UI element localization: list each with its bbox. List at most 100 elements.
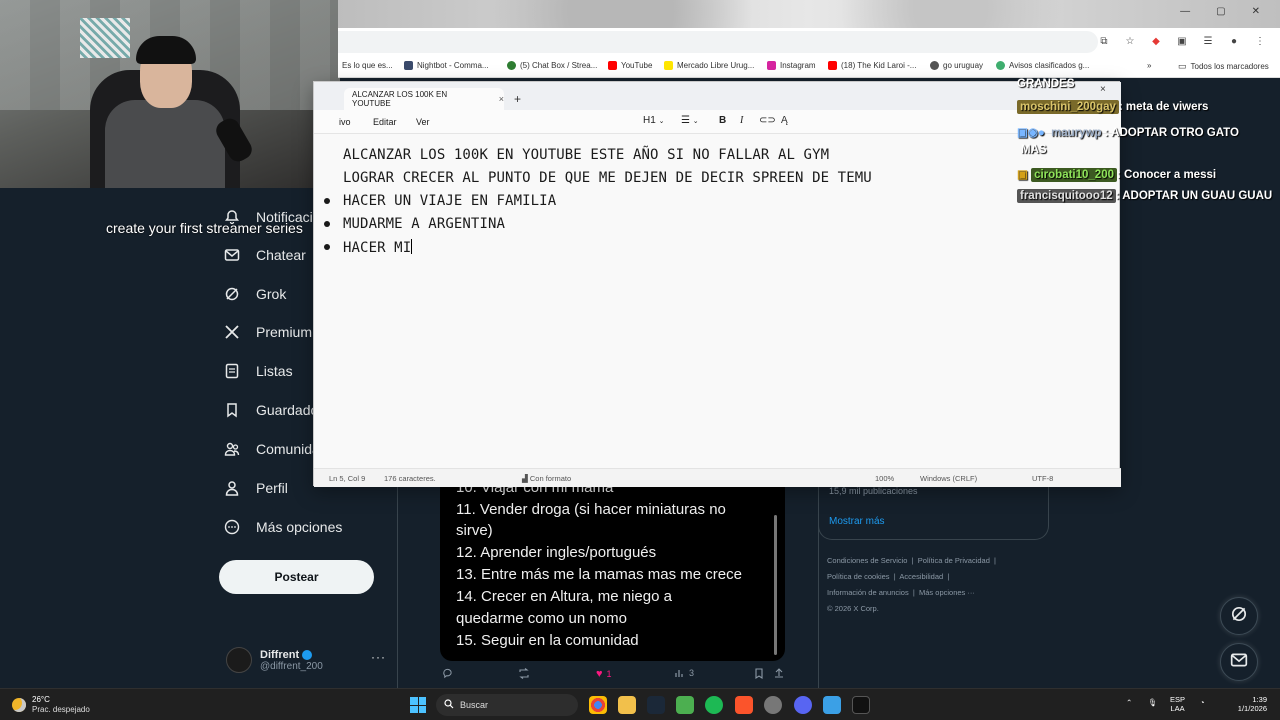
notepad-text-area[interactable]: ALCANZAR LOS 100K EN YOUTUBE ESTE AÑO SI… (314, 140, 1121, 460)
link-icon[interactable]: ⊂⊃ (759, 115, 776, 126)
encoding[interactable]: UTF-8 (1032, 474, 1053, 483)
post-button[interactable]: Postear (219, 560, 374, 594)
maximize-button[interactable]: ▢ (1216, 6, 1225, 17)
heading-dropdown[interactable]: H1 ⌄ (643, 115, 664, 126)
bookmark-item[interactable]: Es lo que es... (342, 61, 393, 70)
like-button[interactable]: ♥ 1 (596, 668, 612, 680)
footer-link[interactable]: Política de Privacidad (918, 556, 990, 565)
install-icon[interactable]: ⧉ (1098, 35, 1110, 47)
bookmark-item[interactable]: Mercado Libre Urug... (664, 61, 754, 70)
bookmark-item[interactable]: Avisos clasificados g... (996, 61, 1089, 70)
menu-file[interactable]: ivo (339, 117, 351, 127)
clear-format-icon[interactable]: Ą (781, 115, 788, 126)
new-tab-button[interactable]: + (514, 92, 521, 106)
menu-edit[interactable]: Editar (373, 117, 397, 127)
capcut-app-icon[interactable] (852, 696, 870, 714)
spotify-app-icon[interactable] (705, 696, 723, 714)
clock[interactable]: 1:39 1/1/2026 (1233, 695, 1267, 713)
notepad-app-icon[interactable] (823, 696, 841, 714)
profile-avatar-icon[interactable]: ● (1228, 35, 1240, 47)
nav-premium[interactable]: Premium (222, 317, 312, 347)
nav-grok[interactable]: Grok (222, 279, 286, 309)
chevron-up-icon[interactable]: ⌃ (1126, 698, 1132, 707)
footer-link[interactable]: Política de cookies (827, 572, 890, 581)
extension-icon[interactable]: ◆ (1150, 35, 1162, 47)
heading-label: H1 (643, 115, 656, 126)
minimize-button[interactable]: — (1180, 6, 1190, 17)
microphone-icon[interactable]: 🎙 (1148, 698, 1158, 707)
discord-app-icon[interactable] (794, 696, 812, 714)
chat-close-button[interactable]: × (1100, 84, 1106, 95)
star-icon[interactable]: ☆ (1124, 35, 1136, 47)
taskbar-search[interactable]: Buscar (436, 694, 578, 716)
nav-more-options[interactable]: Más opciones (222, 512, 342, 542)
language-indicator[interactable]: ESP LAA (1170, 695, 1185, 713)
close-window-button[interactable]: ✕ (1252, 6, 1260, 17)
messages-fab-button[interactable] (1220, 643, 1258, 681)
menu-view[interactable]: Ver (416, 117, 430, 127)
file-explorer-icon[interactable] (618, 696, 636, 714)
repost-icon[interactable] (518, 668, 530, 679)
views-button[interactable]: 3 (675, 668, 694, 678)
settings-app-icon[interactable] (764, 696, 782, 714)
nav-bookmarks[interactable]: Guardados (222, 395, 325, 425)
menu-icon[interactable]: ⋮ (1254, 35, 1266, 47)
bookmark-icon[interactable] (754, 668, 764, 679)
chrome-app-icon[interactable] (589, 696, 607, 714)
all-bookmarks-folder[interactable]: ▭ Todos los marcadores (1178, 61, 1269, 72)
format-status[interactable]: ▟ Con formato (522, 474, 571, 483)
nav-lists[interactable]: Listas (222, 356, 293, 386)
reply-icon[interactable] (442, 668, 453, 679)
notepad-statusbar: Ln 5, Col 9 176 caracteres. ▟ Con format… (314, 468, 1121, 487)
start-button[interactable] (410, 697, 426, 713)
bookmark-label: (18) The Kid Laroi -... (841, 61, 917, 70)
nav-label: Chatear (256, 247, 306, 263)
bookmark-item[interactable]: YouTube (608, 61, 652, 70)
puzzle-icon[interactable]: ▣ (1176, 35, 1188, 47)
show-more-link[interactable]: Mostrar más (829, 516, 885, 527)
footer-link[interactable]: Más opciones ··· (919, 588, 975, 597)
chat-message: ▣ cirobati10_200: Conocer a messi (1017, 167, 1216, 182)
brave-app-icon[interactable] (735, 696, 753, 714)
webcam-person-hair (136, 36, 196, 64)
tweet-image[interactable]: 10. Viajar con mi mamá 11. Vender droga … (440, 475, 785, 661)
bold-button[interactable]: B (719, 115, 726, 126)
nav-chat[interactable]: Chatear (222, 240, 306, 270)
footer-link[interactable]: Información de anuncios (827, 588, 909, 597)
notepad-tab[interactable]: ALCANZAR LOS 100K EN YOUTUBE × (344, 88, 504, 110)
italic-button[interactable]: I (740, 115, 743, 126)
list-dropdown[interactable]: ☰ ⌄ (681, 115, 699, 126)
bookmark-item[interactable]: Nightbot - Comma... (404, 61, 489, 70)
account-switcher[interactable]: Diffrent @diffrent_200 (226, 643, 386, 677)
bookmark-item[interactable]: go uruguay (930, 61, 983, 70)
wifi-icon[interactable]: ◔ (1200, 698, 1205, 707)
footer-link[interactable]: Accesibilidad (899, 572, 943, 581)
weather-widget[interactable]: 26°C Prac. despejado (12, 695, 90, 715)
publications-count: 15,9 mil publicaciones (829, 486, 918, 496)
tweet-actions: ♥ 1 3 (440, 668, 785, 684)
line-ending[interactable]: Windows (CRLF) (920, 474, 977, 483)
nav-profile[interactable]: Perfil (222, 473, 288, 503)
minecraft-app-icon[interactable] (676, 696, 694, 714)
bookmark-item[interactable]: (18) The Kid Laroi -... (828, 61, 916, 70)
address-bar[interactable] (338, 31, 1098, 53)
sidebar-icon[interactable]: ☰ (1202, 35, 1214, 47)
account-more-button[interactable]: ··· (371, 650, 386, 664)
grok-icon (222, 284, 242, 304)
share-icon[interactable] (774, 668, 784, 679)
x-footer-links: Condiciones de Servicio | Política de Pr… (827, 556, 997, 613)
footer-link[interactable]: Condiciones de Servicio (827, 556, 907, 565)
bookmark-label: Todos los marcadores (1190, 62, 1269, 71)
bookmark-item[interactable]: (5) Chat Box / Strea... (507, 61, 597, 70)
tab-close-button[interactable]: × (499, 94, 504, 104)
view-count: 3 (689, 668, 695, 678)
bookmarks-overflow-button[interactable]: » (1147, 61, 1151, 70)
zoom-level[interactable]: 100% (875, 474, 894, 483)
footer-copyright: © 2026 X Corp. (827, 604, 879, 613)
heart-icon: ♥ (596, 668, 603, 680)
bookmark-item[interactable]: Instagram (767, 61, 816, 70)
grok-fab-button[interactable] (1220, 597, 1258, 635)
tweet-image-line: 15. Seguir en la comunidad (456, 632, 639, 649)
steam-app-icon[interactable] (647, 696, 665, 714)
bookmark-label: Instagram (780, 61, 816, 70)
